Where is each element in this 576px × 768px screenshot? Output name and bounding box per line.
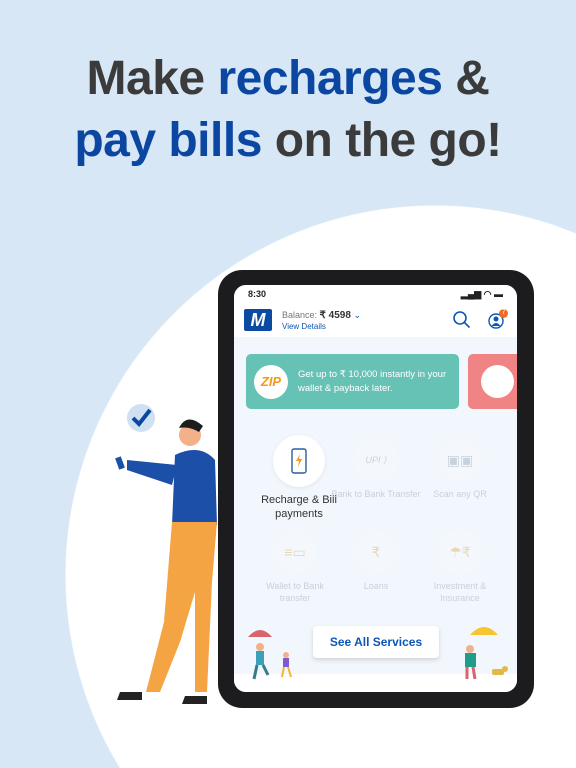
service-investment-insurance[interactable]: ☂₹ Investment & Insurance — [415, 530, 505, 604]
headline-text: Make — [86, 52, 218, 105]
service-label: Recharge & Bill payments — [261, 494, 337, 520]
status-bar: 8:30 ▂▄▆ ◠ ▬ — [234, 285, 517, 303]
service-label: Scan any QR — [433, 489, 487, 499]
upi-icon: UPI ⟩ — [354, 438, 398, 482]
service-label: Wallet to Bank transfer — [266, 581, 324, 603]
app-header: M Balance: ₹ 4598 ⌄ View Details 7 — [234, 303, 517, 337]
zip-banner[interactable]: ZIP Get up to ₹ 10,000 instantly in your… — [246, 354, 459, 409]
app-screen: 8:30 ▂▄▆ ◠ ▬ M Balance: ₹ 4598 ⌄ View De… — [234, 285, 517, 692]
headline: Make recharges & pay bills on the go! — [0, 48, 576, 172]
notification-badge: 7 — [499, 309, 508, 318]
rain-kids-illustration — [248, 630, 292, 680]
balance-label: Balance: — [282, 309, 320, 320]
offer-banner[interactable] — [468, 354, 517, 409]
service-label: Investment & Insurance — [433, 581, 487, 603]
investment-icon: ☂₹ — [438, 530, 482, 574]
umbrella-dog-illustration — [465, 627, 508, 680]
mobikwik-logo[interactable]: M — [244, 309, 272, 331]
service-loans[interactable]: ₹ Loans — [331, 530, 421, 592]
service-bank-transfer[interactable]: UPI ⟩ Bank to Bank Transfer — [331, 438, 421, 500]
signal-wifi-battery-icon: ▂▄▆ ◠ ▬ — [460, 289, 503, 299]
headline-highlight: recharges — [217, 52, 443, 105]
profile-button[interactable]: 7 — [488, 309, 508, 329]
headline-text: & — [442, 52, 490, 105]
banner-text: Get up to ₹ 10,000 instantly in your wal… — [298, 368, 447, 394]
service-label: Loans — [363, 581, 389, 591]
see-all-services-button[interactable]: See All Services — [313, 626, 439, 658]
search-icon[interactable] — [452, 310, 472, 330]
headline-text: on the go! — [261, 114, 502, 167]
person-illustration — [115, 404, 217, 704]
service-scan-qr[interactable]: ▣▣ Scan any QR — [415, 438, 505, 500]
status-time: 8:30 — [248, 289, 267, 299]
tablet-frame: 8:30 ▂▄▆ ◠ ▬ M Balance: ₹ 4598 ⌄ View De… — [218, 270, 534, 708]
headline-highlight: pay bills — [74, 114, 262, 167]
phone-bolt-icon — [273, 435, 325, 487]
qr-icon: ▣▣ — [438, 438, 482, 482]
phone-offer-icon — [481, 365, 514, 398]
balance-dropdown[interactable]: Balance: ₹ 4598 ⌄ View Details — [282, 310, 361, 331]
chevron-down-icon: ⌄ — [353, 309, 361, 320]
wallet-transfer-icon: ≡▭ — [273, 530, 317, 574]
balance-value: ₹ 4598 — [319, 309, 351, 321]
zip-logo: ZIP — [254, 364, 288, 399]
service-label: Bank to Bank Transfer — [331, 489, 421, 499]
service-wallet-to-bank[interactable]: ≡▭ Wallet to Bank transfer — [250, 530, 340, 604]
view-details-link[interactable]: View Details — [282, 322, 361, 331]
loan-icon: ₹ — [354, 530, 398, 574]
